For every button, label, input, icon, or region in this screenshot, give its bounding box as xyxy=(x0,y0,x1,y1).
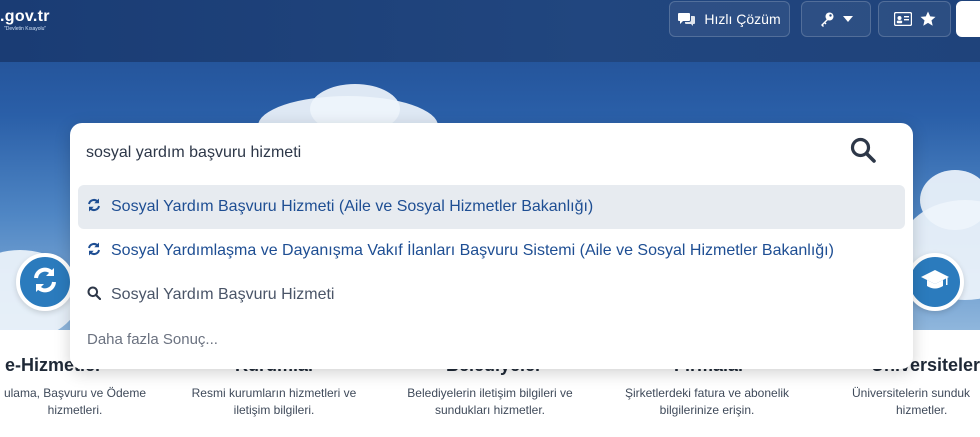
suggestion-label: Sosyal Yardım Başvuru Hizmeti xyxy=(111,286,335,303)
refresh-icon xyxy=(87,242,101,261)
search-autocomplete-panel: Sosyal Yardım Başvuru Hizmeti (Aile ve S… xyxy=(70,123,913,369)
category-desc-line: bilgilerinize erişin. xyxy=(659,403,755,417)
suggestion-label: Sosyal Yardımlaşma ve Dayanışma Vakıf İl… xyxy=(111,242,834,259)
login-button[interactable] xyxy=(956,1,980,37)
search-input[interactable] xyxy=(86,135,826,171)
category-desc-e-services: ulama, Başvuru ve Ödeme hizmetleri. xyxy=(0,385,160,419)
category-desc-line: sundukları hizmetler. xyxy=(434,403,546,417)
suggestion-item[interactable]: Sosyal Yardım Başvuru Hizmeti (Aile ve S… xyxy=(78,185,905,229)
search-button[interactable] xyxy=(848,137,878,167)
more-results-link[interactable]: Daha fazla Sonuç... xyxy=(78,317,905,361)
login-key-menu-button[interactable] xyxy=(801,1,871,37)
category-desc-line: Üniversitelerin sunduk xyxy=(852,386,971,400)
id-card-favorites-button[interactable] xyxy=(878,1,951,37)
category-desc-line: iletişim bilgileri. xyxy=(233,403,315,417)
chevron-down-icon xyxy=(843,16,853,22)
refresh-icon xyxy=(87,198,101,217)
category-desc-line: hizmetler. xyxy=(896,403,948,417)
logo-tagline: "Devletin Kısayolu" xyxy=(4,26,47,32)
category-desc-line: Belediyelerin iletişim bilgileri ve xyxy=(407,386,573,400)
refresh-icon xyxy=(31,266,59,299)
top-navigation-bar: .gov.tr "Devletin Kısayolu" Hızlı Çözüm xyxy=(0,0,980,62)
category-desc-line: Şirketlerdeki fatura ve abonelik xyxy=(624,386,790,400)
suggestion-label: Sosyal Yardım Başvuru Hizmeti (Aile ve S… xyxy=(111,198,594,215)
category-desc-line: hizmetleri. xyxy=(47,403,103,417)
category-desc-municipalities: Belediyelerin iletişim bilgileri ve sund… xyxy=(400,385,580,419)
graduation-cap-icon xyxy=(920,268,950,297)
suggestion-list: Sosyal Yardım Başvuru Hizmeti (Aile ve S… xyxy=(78,185,905,361)
key-icon xyxy=(819,11,835,27)
chat-bubbles-icon xyxy=(678,11,696,27)
suggestion-item[interactable]: Sosyal Yardımlaşma ve Dayanışma Vakıf İl… xyxy=(78,229,905,273)
category-desc-line: Resmi kurumların hizmetleri ve xyxy=(191,386,357,400)
e-services-category-icon[interactable] xyxy=(16,253,74,311)
quick-solution-label: Hızlı Çözüm xyxy=(704,11,781,27)
id-card-icon xyxy=(893,12,912,26)
suggestion-item[interactable]: Sosyal Yardım Başvuru Hizmeti xyxy=(78,273,905,317)
quick-solution-button[interactable]: Hızlı Çözüm xyxy=(669,1,790,37)
search-icon xyxy=(87,286,102,305)
universities-category-icon[interactable] xyxy=(906,253,964,311)
category-desc-institutions: Resmi kurumların hizmetleri ve iletişim … xyxy=(184,385,364,419)
category-desc-companies: Şirketlerdeki fatura ve abonelik bilgile… xyxy=(617,385,797,419)
category-desc-universities: Üniversitelerin sunduk hizmetler. xyxy=(852,385,980,419)
category-desc-line: ulama, Başvuru ve Ödeme xyxy=(3,386,147,400)
star-icon xyxy=(920,11,936,27)
search-icon xyxy=(850,137,876,168)
site-logo[interactable]: .gov.tr xyxy=(0,8,50,26)
